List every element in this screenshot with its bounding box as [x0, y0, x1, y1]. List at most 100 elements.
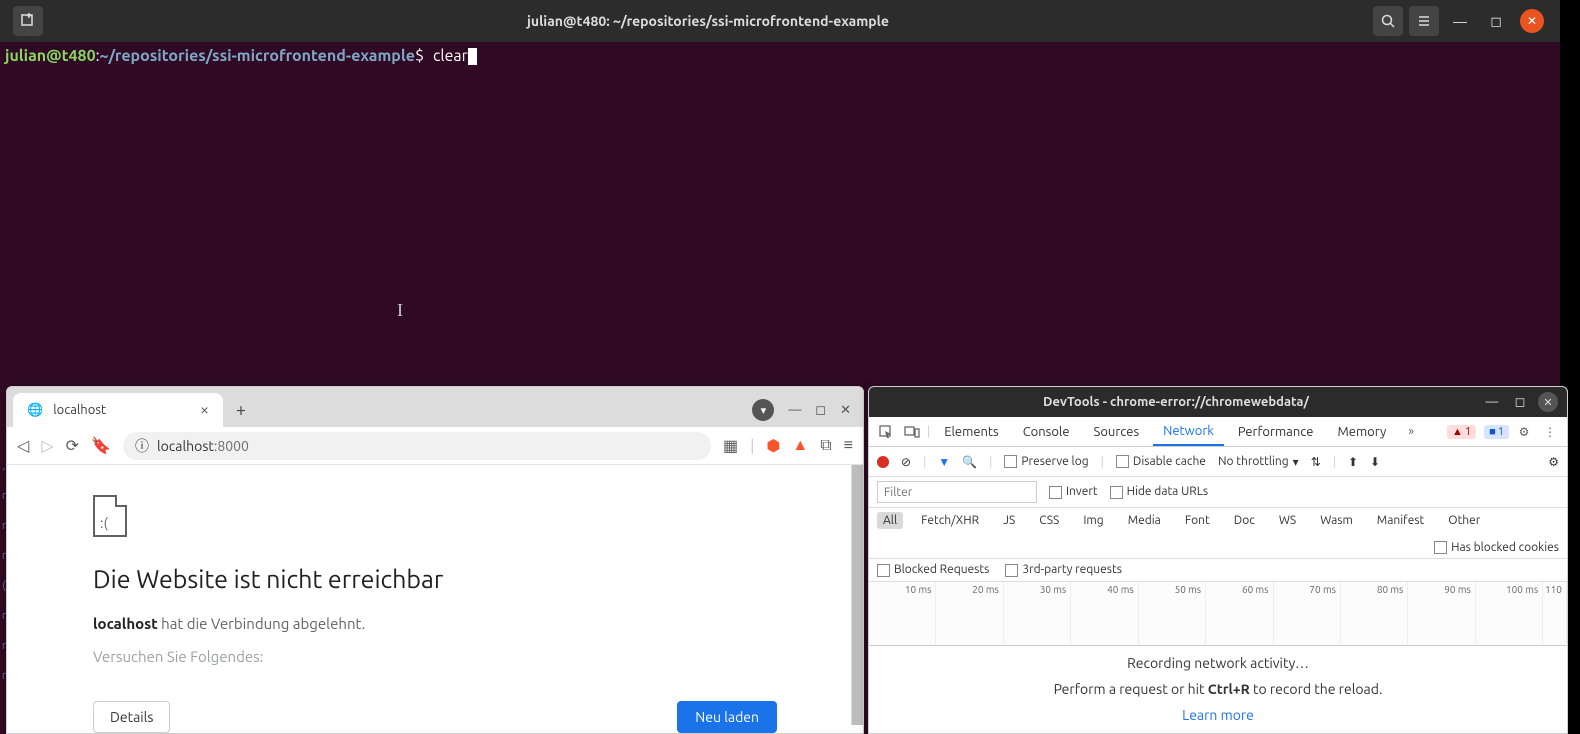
close-button[interactable]: ✕ [1537, 391, 1559, 413]
tab-title: localhost [53, 403, 106, 417]
hint-text: Perform a request or hit Ctrl+R to recor… [1054, 681, 1383, 697]
close-button[interactable]: ✕ [840, 403, 851, 418]
clear-button[interactable]: ⊘ [901, 455, 911, 469]
error-heading: Die Website ist nicht erreichbar [93, 565, 863, 593]
blocked-cookies-checkbox[interactable]: Has blocked cookies [1434, 541, 1559, 554]
terminal-title: julian@t480: ~/repositories/ssi-microfro… [46, 13, 1370, 29]
url-host: localhost [157, 438, 214, 454]
more-tabs-button[interactable]: » [1400, 421, 1422, 443]
maximize-button[interactable]: ◻ [1481, 6, 1511, 36]
search-icon[interactable]: 🔍 [962, 455, 977, 469]
tab-network[interactable]: Network [1153, 418, 1224, 446]
type-font[interactable]: Font [1179, 512, 1216, 529]
type-wasm[interactable]: Wasm [1314, 512, 1359, 529]
prompt-path: ~/repositories/ssi-microfrontend-example [100, 47, 415, 65]
type-img[interactable]: Img [1077, 512, 1109, 529]
type-all[interactable]: All [877, 512, 903, 529]
tick: 40 ms [1071, 582, 1138, 644]
pip-icon[interactable]: ⧉ [820, 436, 831, 455]
minimize-button[interactable]: — [1481, 391, 1503, 413]
maximize-button[interactable]: ◻ [1509, 391, 1531, 413]
info-badge[interactable]: ■1 [1484, 425, 1509, 439]
tick: 80 ms [1341, 582, 1408, 644]
upload-icon[interactable]: ⬆ [1348, 455, 1358, 469]
thirdparty-checkbox[interactable]: 3rd-party requests [1005, 563, 1122, 576]
minimize-button[interactable]: — [1445, 6, 1475, 36]
warning-badge[interactable]: ▲1 [1447, 425, 1476, 439]
browser-tab[interactable]: 🌐 localhost × [13, 393, 223, 427]
close-button[interactable]: ✕ [1517, 6, 1547, 36]
divider: | [750, 437, 754, 455]
filter-input[interactable] [877, 481, 1037, 503]
hide-urls-checkbox[interactable]: Hide data URLs [1110, 485, 1208, 498]
info-icon: ■ [1489, 426, 1496, 438]
reload-button[interactable]: ⟳ [66, 436, 79, 455]
tick: 30 ms [1004, 582, 1071, 644]
prompt-user: julian@t480 [5, 47, 96, 65]
settings-gear-icon[interactable]: ⚙ [1548, 455, 1559, 469]
search-button[interactable] [1373, 6, 1403, 36]
type-fetch[interactable]: Fetch/XHR [915, 512, 985, 529]
wifi-icon[interactable]: ⇅ [1311, 455, 1321, 469]
tab-elements[interactable]: Elements [934, 419, 1008, 445]
hamburger-menu-button[interactable] [1409, 6, 1439, 36]
type-ws[interactable]: WS [1273, 512, 1302, 529]
back-button[interactable]: ◁ [17, 436, 29, 455]
throttling-select[interactable]: No throttling ▾ [1218, 455, 1299, 469]
tab-close-button[interactable]: × [196, 401, 213, 419]
minimize-button[interactable]: — [788, 403, 801, 417]
forward-button[interactable]: ▷ [41, 436, 53, 455]
network-toolbar: ⊘ | ▼ 🔍 | Preserve log | Disable cache N… [869, 447, 1567, 477]
kebab-menu-icon[interactable]: ⋮ [1539, 421, 1561, 443]
filter-icon[interactable]: ▼ [938, 455, 950, 469]
settings-icon[interactable]: ⚙ [1513, 421, 1535, 443]
type-doc[interactable]: Doc [1228, 512, 1261, 529]
record-button[interactable] [877, 456, 889, 468]
invert-checkbox[interactable]: Invert [1049, 485, 1098, 498]
brave-rewards-icon[interactable]: ▲ [792, 436, 808, 455]
sad-page-icon: :( [93, 495, 127, 537]
scrollbar[interactable] [851, 465, 863, 725]
url-bar[interactable]: ⓘ localhost:8000 [123, 432, 711, 460]
tab-performance[interactable]: Performance [1228, 419, 1324, 445]
site-info-icon[interactable]: ⓘ [135, 436, 149, 456]
device-icon[interactable] [901, 421, 923, 443]
type-manifest[interactable]: Manifest [1371, 512, 1430, 529]
devtools-tabs: | Elements Console Sources Network Perfo… [869, 417, 1567, 447]
bookmark-button[interactable]: 🔖 [91, 436, 111, 455]
tick: 50 ms [1139, 582, 1206, 644]
terminal-titlebar: julian@t480: ~/repositories/ssi-microfro… [0, 0, 1560, 42]
blocked-requests-checkbox[interactable]: Blocked Requests [877, 563, 989, 576]
type-js[interactable]: JS [997, 512, 1021, 529]
download-icon[interactable]: ⬇ [1370, 455, 1380, 469]
learn-more-link[interactable]: Learn more [1182, 707, 1254, 723]
qr-icon[interactable]: ▦ [723, 436, 738, 455]
type-other[interactable]: Other [1442, 512, 1486, 529]
new-tab-button[interactable]: + [227, 396, 255, 424]
menu-button[interactable]: ≡ [844, 436, 853, 455]
inspect-icon[interactable] [875, 421, 897, 443]
tab-strip: 🌐 localhost × + ▾ — ◻ ✕ [7, 387, 863, 427]
disable-cache-checkbox[interactable]: Disable cache [1116, 455, 1206, 468]
profile-icon[interactable]: ▾ [752, 399, 774, 421]
browser-toolbar: ◁ ▷ ⟳ 🔖 ⓘ localhost:8000 ▦ | ⬢ ▲ ⧉ ≡ [7, 427, 863, 465]
type-media[interactable]: Media [1122, 512, 1167, 529]
tab-sources[interactable]: Sources [1084, 419, 1150, 445]
tab-memory[interactable]: Memory [1327, 419, 1396, 445]
tab-console[interactable]: Console [1013, 419, 1080, 445]
timeline[interactable]: 10 ms 20 ms 30 ms 40 ms 50 ms 60 ms 70 m… [869, 582, 1567, 646]
page-content: :( Die Website ist nicht erreichbar loca… [7, 465, 863, 733]
reload-button[interactable]: Neu laden [677, 701, 777, 733]
maximize-button[interactable]: ◻ [815, 403, 826, 418]
tick: 70 ms [1274, 582, 1341, 644]
brave-shield-icon[interactable]: ⬢ [766, 436, 780, 455]
warning-icon: ▲ [1452, 426, 1463, 438]
tick: 90 ms [1408, 582, 1475, 644]
preserve-log-checkbox[interactable]: Preserve log [1004, 455, 1088, 468]
browser-window: 🌐 localhost × + ▾ — ◻ ✕ ◁ ▷ ⟳ 🔖 ⓘ localh… [6, 386, 864, 734]
details-button[interactable]: Details [93, 701, 170, 733]
type-css[interactable]: CSS [1033, 512, 1065, 529]
terminal-body[interactable]: julian@t480:~/repositories/ssi-microfron… [0, 42, 1560, 71]
tick: 100 ms [1476, 582, 1543, 644]
new-tab-button[interactable] [13, 6, 43, 36]
